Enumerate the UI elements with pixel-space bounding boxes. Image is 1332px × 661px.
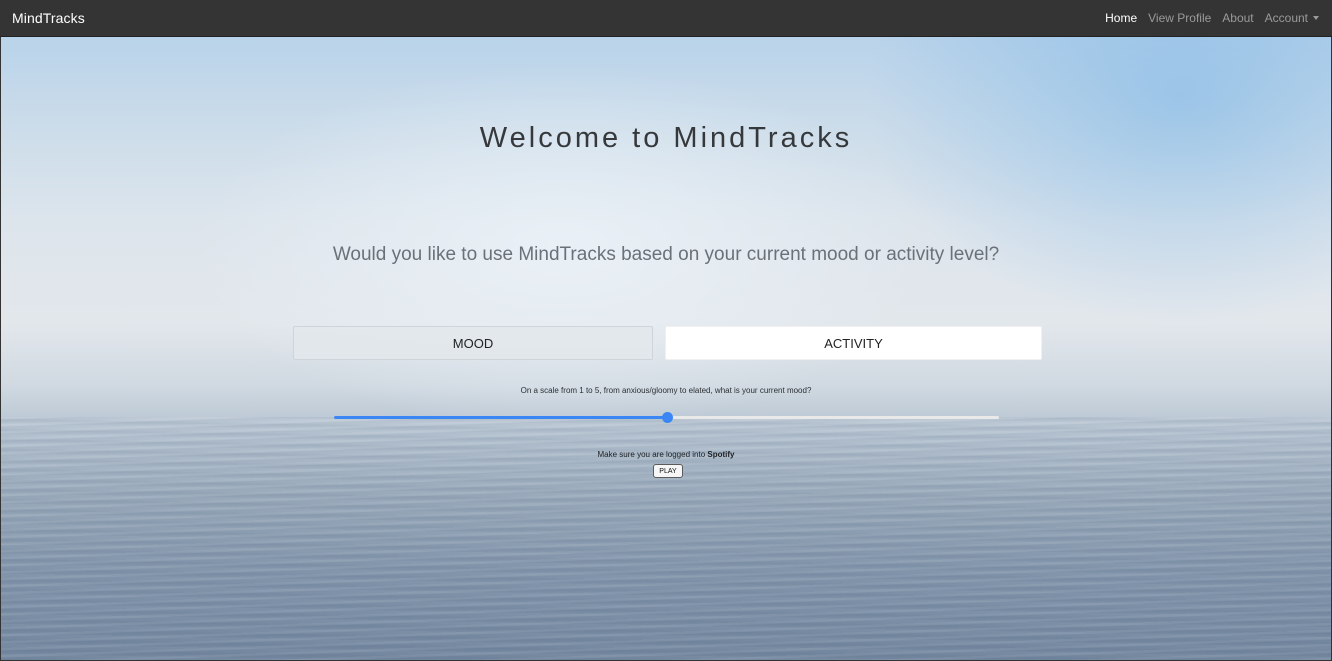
mood-tab-button[interactable]: MOOD <box>293 326 653 360</box>
slider-fill <box>334 416 667 419</box>
brand-logo-link[interactable]: MindTracks <box>12 10 85 26</box>
nav-about-link[interactable]: About <box>1222 11 1253 25</box>
mood-scale-prompt: On a scale from 1 to 5, from anxious/glo… <box>520 386 812 395</box>
nav-links: Home View Profile About Account <box>1105 11 1319 25</box>
chevron-down-icon <box>1313 16 1319 20</box>
nav-account-label: Account <box>1264 11 1308 25</box>
activity-tab-button[interactable]: ACTIVITY <box>665 326 1042 360</box>
nav-account-dropdown[interactable]: Account <box>1265 11 1319 25</box>
spotify-note-text: Make sure you are logged into <box>597 450 708 459</box>
spotify-login-note: Make sure you are logged into Spotify <box>1 450 1331 459</box>
nav-home-link[interactable]: Home <box>1105 11 1137 25</box>
app-window: MindTracks Home View Profile About Accou… <box>0 0 1332 661</box>
play-button[interactable]: PLAY <box>653 464 683 478</box>
mood-slider[interactable] <box>334 411 999 425</box>
nav-view-profile-link[interactable]: View Profile <box>1148 11 1211 25</box>
spotify-brand-text: Spotify <box>707 450 735 459</box>
hero-section: Welcome to MindTracks Would you like to … <box>1 37 1331 660</box>
slider-thumb[interactable] <box>662 412 673 423</box>
top-navbar: MindTracks Home View Profile About Accou… <box>0 0 1332 37</box>
page-title: Welcome to MindTracks <box>479 122 853 154</box>
mode-question: Would you like to use MindTracks based o… <box>332 244 1000 265</box>
